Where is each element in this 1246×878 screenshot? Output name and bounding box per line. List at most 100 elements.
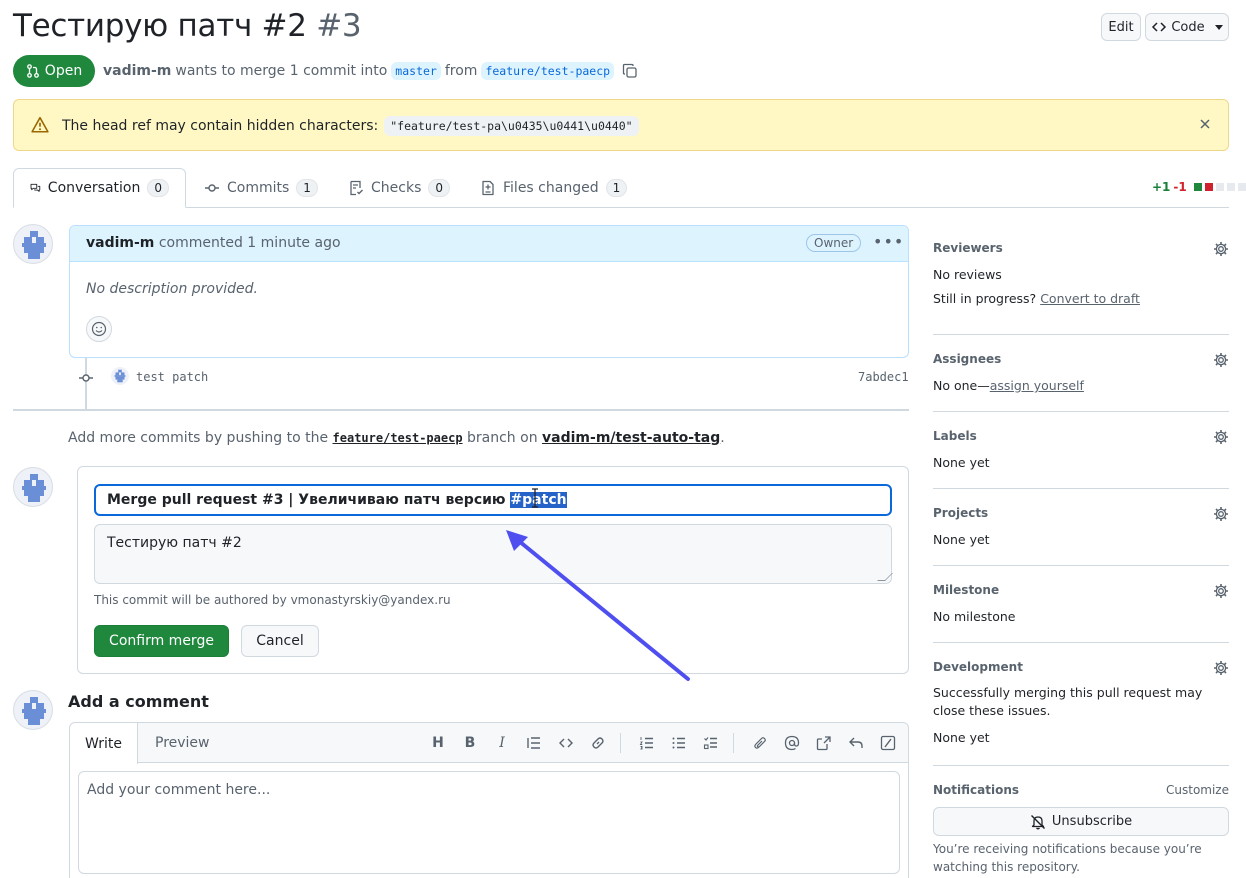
paperclip-icon[interactable] <box>750 733 770 753</box>
avatar[interactable] <box>13 467 53 507</box>
avatar[interactable] <box>13 690 53 730</box>
comment-editor: Write Preview H B I Add your comment her… <box>69 722 909 878</box>
unsubscribe-button[interactable]: Unsubscribe <box>933 807 1229 836</box>
push-hint-repo[interactable]: vadim-m/test-auto-tag <box>542 430 720 446</box>
development-description: Successfully merging this pull request m… <box>933 685 1203 718</box>
gear-icon[interactable] <box>1213 352 1229 368</box>
commit-message[interactable]: test patch <box>136 370 208 384</box>
edit-button[interactable]: Edit <box>1101 13 1141 41</box>
code-button-label: Code <box>1171 19 1205 35</box>
head-branch[interactable]: feature/test-paecp <box>481 62 615 80</box>
tab-commits[interactable]: Commits 1 <box>188 168 334 208</box>
gear-icon[interactable] <box>1213 583 1229 599</box>
comment-textarea[interactable]: Add your comment here... <box>78 771 900 874</box>
convert-to-draft-link[interactable]: Convert to draft <box>1040 291 1140 306</box>
sidebar-heading[interactable]: Development <box>933 660 1229 674</box>
bold-icon[interactable]: B <box>460 733 480 753</box>
copy-icon[interactable] <box>622 63 638 79</box>
assign-yourself-link[interactable]: assign yourself <box>990 378 1084 393</box>
sidebar-divider <box>933 411 1229 412</box>
development-value: None yet <box>933 730 990 745</box>
sidebar-heading[interactable]: Projects <box>933 506 1229 520</box>
gear-icon[interactable] <box>1213 506 1229 522</box>
slash-commands-icon[interactable] <box>878 733 898 753</box>
gear-icon[interactable] <box>1213 429 1229 445</box>
tab-preview[interactable]: Preview <box>140 723 225 763</box>
ordered-list-icon[interactable] <box>637 733 657 753</box>
heading-icon[interactable]: H <box>428 733 448 753</box>
sidebar-divider <box>933 334 1229 335</box>
merge-body-textarea[interactable]: Тестирую патч #2 <box>94 524 893 584</box>
merge-body-text: Тестирую патч #2 <box>107 535 242 551</box>
base-branch[interactable]: master <box>391 62 441 80</box>
hidden-characters-banner: The head ref may contain hidden characte… <box>13 99 1229 151</box>
cross-reference-icon[interactable] <box>814 733 834 753</box>
timeline-end-divider <box>13 409 909 411</box>
comment-header: vadim-m commented 1 minute ago Owner ••• <box>70 226 908 262</box>
tab-label: Checks <box>371 180 422 196</box>
file-diff-icon <box>482 180 494 196</box>
toolbar-divider <box>620 733 621 753</box>
identicon-icon <box>22 697 46 725</box>
code-button[interactable]: Code <box>1145 13 1229 41</box>
pr-meta: vadim-m wants to merge 1 commit into mas… <box>103 62 638 80</box>
merge-title-input[interactable]: Merge pull request #3 | Увеличиваю патч … <box>94 484 892 516</box>
sidebar-heading[interactable]: Reviewers <box>933 241 1229 255</box>
tab-counter: 1 <box>296 179 318 197</box>
sidebar-heading[interactable]: Labels <box>933 429 1229 443</box>
chevron-down-icon <box>1214 24 1223 30</box>
comment-author[interactable]: vadim-m <box>86 235 154 251</box>
tab-write[interactable]: Write <box>70 723 138 764</box>
comment-body: No description provided. <box>86 281 258 297</box>
sidebar-divider <box>933 565 1229 566</box>
link-icon[interactable] <box>588 733 608 753</box>
pr-author[interactable]: vadim-m <box>103 63 171 79</box>
italic-icon[interactable]: I <box>492 733 512 753</box>
git-commit-icon <box>205 184 219 192</box>
add-reaction-button[interactable] <box>86 316 112 342</box>
pr-description-comment: vadim-m commented 1 minute ago Owner •••… <box>69 225 909 358</box>
sidebar-heading[interactable]: Assignees <box>933 352 1229 366</box>
tab-counter: 0 <box>428 179 451 197</box>
progress-text: Still in progress? <box>933 291 1037 306</box>
kebab-menu-icon[interactable]: ••• <box>873 232 904 251</box>
sidebar-assignees: Assignees No one—assign yourself <box>933 352 1229 393</box>
git-pull-request-icon <box>26 64 39 78</box>
push-hint-period: . <box>720 430 725 446</box>
diffstat-additions: +1 <box>1152 180 1171 194</box>
push-hint: Add more commits by pushing to the featu… <box>68 430 725 446</box>
sidebar-heading[interactable]: Milestone <box>933 583 1229 597</box>
cancel-button[interactable]: Cancel <box>241 625 319 657</box>
tab-files-changed[interactable]: Files changed 1 <box>464 168 643 208</box>
push-hint-branch[interactable]: feature/test-paecp <box>333 431 463 445</box>
gear-icon[interactable] <box>1213 660 1229 676</box>
tab-label: Commits <box>227 180 290 196</box>
sidebar-development: Development Successfully merging this pu… <box>933 660 1229 750</box>
add-comment-heading: Add a comment <box>68 692 209 711</box>
confirm-merge-button[interactable]: Confirm merge <box>94 625 229 657</box>
tab-conversation[interactable]: Conversation 0 <box>13 168 186 208</box>
commit-sha[interactable]: 7abdec1 <box>858 370 909 384</box>
gear-icon[interactable] <box>1213 241 1229 257</box>
unordered-list-icon[interactable] <box>669 733 689 753</box>
task-list-icon[interactable] <box>701 733 721 753</box>
comment-discussion-icon <box>30 183 41 192</box>
close-icon[interactable] <box>1197 116 1213 132</box>
owner-badge: Owner <box>806 234 862 252</box>
reply-icon[interactable] <box>846 733 866 753</box>
labels-value: None yet <box>933 455 990 470</box>
reviewers-value: No reviews <box>933 267 1002 282</box>
quote-icon[interactable] <box>524 733 544 753</box>
git-commit-icon <box>79 374 93 382</box>
commit-author-avatar[interactable] <box>111 367 129 385</box>
tab-checks[interactable]: Checks 0 <box>332 168 466 208</box>
resize-handle-icon[interactable] <box>877 573 893 581</box>
pr-state-badge: Open <box>13 55 95 87</box>
smiley-icon <box>91 321 107 337</box>
avatar[interactable] <box>13 224 53 264</box>
comment-action[interactable]: commented 1 minute ago <box>159 235 341 251</box>
code-icon[interactable] <box>556 733 576 753</box>
checklist-icon <box>350 180 363 196</box>
mention-icon[interactable] <box>782 733 802 753</box>
customize-link[interactable]: Customize <box>1166 783 1229 797</box>
